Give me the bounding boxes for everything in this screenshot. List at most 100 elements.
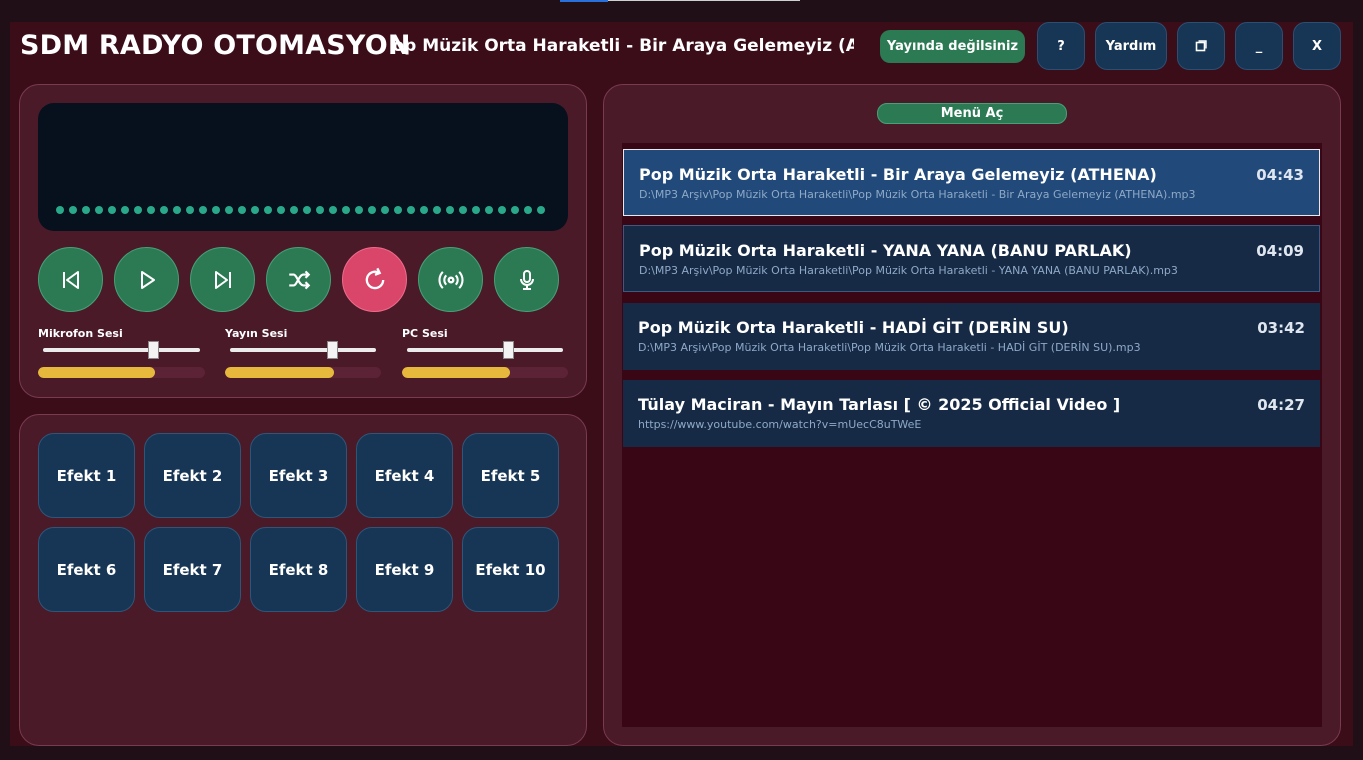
visualizer-dot [303, 206, 311, 214]
app-title: SDM RADYO OTOMASYON [20, 30, 411, 61]
visualizer-dot [108, 206, 116, 214]
visualizer-dot [342, 206, 350, 214]
track-title: Pop Müzik Orta Haraketli - HADİ GİT (DER… [638, 318, 1069, 337]
effect-button-2[interactable]: Efekt 2 [144, 433, 241, 518]
visualizer-dot [472, 206, 480, 214]
help-button[interactable]: Yardım [1095, 22, 1167, 70]
visualizer-dot [446, 206, 454, 214]
visualizer-dot [498, 206, 506, 214]
visualizer-dot [433, 206, 441, 214]
pc-level-fill [402, 367, 510, 378]
broadcast-volume-slider[interactable] [230, 348, 376, 352]
visualizer-dot [56, 206, 64, 214]
visualizer-dot [264, 206, 272, 214]
visualizer-dot [329, 206, 337, 214]
visualizer-dot [82, 206, 90, 214]
play-button[interactable] [114, 247, 179, 312]
broadcast-icon [438, 270, 463, 289]
visualizer-dot [394, 206, 402, 214]
visualizer-dot [212, 206, 220, 214]
playlist: Pop Müzik Orta Haraketli - Bir Araya Gel… [622, 143, 1322, 727]
mic-volume-slider[interactable] [43, 348, 200, 352]
menu-open-button[interactable]: Menü Aç [877, 103, 1067, 124]
track-duration: 04:09 [1256, 242, 1304, 260]
now-playing-marquee: Pop Müzik Orta Haraketli - Bir Araya Gel… [392, 36, 854, 62]
effect-button-6[interactable]: Efekt 6 [38, 527, 135, 612]
maximize-button[interactable] [1177, 22, 1225, 70]
shuffle-button[interactable] [266, 247, 331, 312]
effect-button-4[interactable]: Efekt 4 [356, 433, 453, 518]
effect-button-3[interactable]: Efekt 3 [250, 433, 347, 518]
effect-button-5[interactable]: Efekt 5 [462, 433, 559, 518]
track-path: https://www.youtube.com/watch?v=mUecC8uT… [638, 418, 922, 431]
track-path: D:\MP3 Arşiv\Pop Müzik Orta Haraketli\Po… [638, 341, 1141, 354]
close-button[interactable]: X [1293, 22, 1341, 70]
broadcast-volume-label: Yayın Sesi [225, 327, 288, 340]
playlist-item[interactable]: Pop Müzik Orta Haraketli - YANA YANA (BA… [623, 225, 1320, 292]
track-path: D:\MP3 Arşiv\Pop Müzik Orta Haraketli\Po… [639, 188, 1196, 201]
minimize-button[interactable]: _ [1235, 22, 1283, 70]
broadcast-volume-thumb[interactable] [327, 341, 339, 359]
visualizer-dot [277, 206, 285, 214]
broadcast-status-button[interactable]: Yayında değilsiniz [880, 30, 1025, 63]
mic-level-meter [38, 367, 205, 378]
now-playing-text: Pop Müzik Orta Haraketli - Bir Araya Gel… [392, 36, 854, 56]
visualizer-dot [238, 206, 246, 214]
visualizer-dot [134, 206, 142, 214]
help-question-button[interactable]: ? [1037, 22, 1085, 70]
track-title: Tülay Maciran - Mayın Tarlası [ © 2025 O… [638, 395, 1121, 414]
visualizer-dot [524, 206, 532, 214]
visualizer-dot [316, 206, 324, 214]
visualizer-dot [511, 206, 519, 214]
visualizer-dot [485, 206, 493, 214]
next-icon [214, 270, 231, 289]
visualizer-dot [160, 206, 168, 214]
effect-button-10[interactable]: Efekt 10 [462, 527, 559, 612]
track-title: Pop Müzik Orta Haraketli - YANA YANA (BA… [639, 241, 1132, 260]
play-icon [140, 270, 155, 289]
track-title: Pop Müzik Orta Haraketli - Bir Araya Gel… [639, 165, 1157, 184]
previous-icon [62, 270, 79, 289]
track-duration: 03:42 [1257, 319, 1305, 337]
mic-level-fill [38, 367, 155, 378]
effect-button-9[interactable]: Efekt 9 [356, 527, 453, 612]
visualizer-dot [251, 206, 259, 214]
shuffle-icon [288, 270, 310, 289]
effect-button-7[interactable]: Efekt 7 [144, 527, 241, 612]
mic-volume-thumb[interactable] [147, 341, 159, 359]
playlist-item[interactable]: Pop Müzik Orta Haraketli - Bir Araya Gel… [623, 149, 1320, 216]
track-duration: 04:43 [1256, 166, 1304, 184]
broadcast-level-fill [225, 367, 335, 378]
mic-volume-label: Mikrofon Sesi [38, 327, 123, 340]
pc-volume-slider[interactable] [407, 348, 563, 352]
visualizer-dot [290, 206, 298, 214]
microphone-icon [519, 269, 534, 290]
visualizer-dot [121, 206, 129, 214]
repeat-button[interactable] [342, 247, 407, 312]
visualizer-dot [355, 206, 363, 214]
audio-visualizer [38, 103, 568, 231]
effect-button-1[interactable]: Efekt 1 [38, 433, 135, 518]
visualizer-dot [459, 206, 467, 214]
track-path: D:\MP3 Arşiv\Pop Müzik Orta Haraketli\Po… [639, 264, 1178, 277]
repeat-icon [365, 267, 384, 289]
visualizer-dots [56, 206, 545, 214]
broadcast-level-meter [225, 367, 381, 378]
visualizer-dot [173, 206, 181, 214]
visualizer-dot [537, 206, 545, 214]
pc-volume-thumb[interactable] [503, 341, 515, 359]
visualizer-dot [381, 206, 389, 214]
effect-button-8[interactable]: Efekt 8 [250, 527, 347, 612]
visualizer-dot [147, 206, 155, 214]
microphone-button[interactable] [494, 247, 559, 312]
visualizer-dot [95, 206, 103, 214]
pc-volume-label: PC Sesi [402, 327, 448, 340]
visualizer-dot [407, 206, 415, 214]
previous-button[interactable] [38, 247, 103, 312]
window-top-accent [560, 0, 608, 2]
pc-level-meter [402, 367, 568, 378]
playlist-item[interactable]: Pop Müzik Orta Haraketli - HADİ GİT (DER… [623, 303, 1320, 370]
broadcast-button[interactable] [418, 247, 483, 312]
next-button[interactable] [190, 247, 255, 312]
playlist-item[interactable]: Tülay Maciran - Mayın Tarlası [ © 2025 O… [623, 380, 1320, 447]
